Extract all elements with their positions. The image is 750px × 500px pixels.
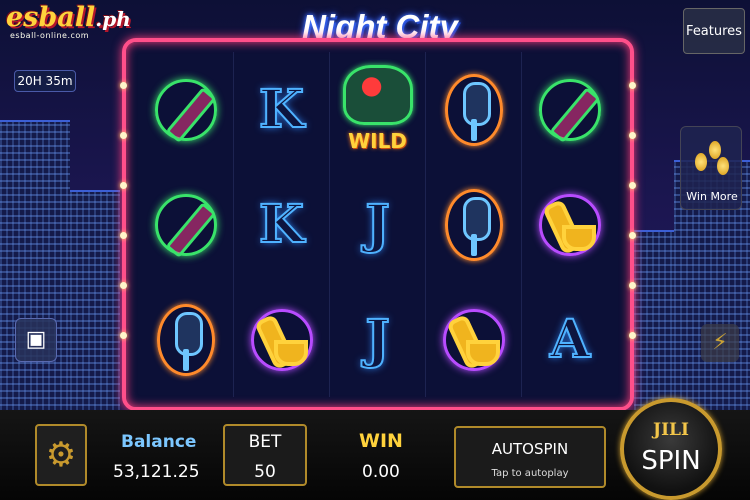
dragon-icon: [342, 64, 413, 125]
wild-label: WILD: [348, 128, 407, 153]
bet-button[interactable]: BET 50: [223, 424, 307, 486]
reel-cell: [426, 167, 522, 282]
brand-logo: esball.ph esball-online.com: [4, 2, 132, 42]
bet-label: BET: [248, 432, 282, 452]
frame-bulb: [120, 232, 127, 239]
reel-cell: K: [234, 167, 330, 282]
frame-bulb: [120, 82, 127, 89]
frame-bulb: [629, 132, 636, 139]
letter-symbol: A: [549, 308, 591, 371]
settings-gear-icon[interactable]: ⚙: [35, 424, 87, 486]
bag-icon[interactable]: ▣: [15, 318, 57, 362]
reel-cell: [138, 52, 234, 167]
letter-symbol: K: [258, 193, 305, 256]
letter-symbol: J: [364, 308, 391, 371]
spin-brand: JILI: [653, 420, 689, 440]
logo-subtext: esball-online.com: [10, 31, 90, 40]
letter-symbol: J: [364, 193, 391, 256]
frame-bulb: [629, 232, 636, 239]
reel-cell: [522, 167, 618, 282]
logo-text: esball.ph: [6, 2, 131, 33]
frame-bulb: [629, 82, 636, 89]
spin-label: SPIN: [641, 446, 701, 476]
microphone-icon: [444, 73, 503, 146]
bottle-icon: [539, 78, 601, 141]
bottle-icon: [154, 78, 217, 141]
features-button[interactable]: Features: [683, 8, 745, 54]
reel-cell: K: [234, 52, 330, 167]
coin: [717, 157, 729, 175]
microphone-icon: [156, 303, 215, 376]
reel-cell: [426, 52, 522, 167]
spin-button[interactable]: JILI SPIN: [620, 398, 722, 500]
frame-bulb: [120, 282, 127, 289]
coin: [709, 141, 721, 159]
building: [0, 120, 70, 420]
letter-symbol: K: [258, 78, 305, 141]
frame-bulb: [120, 182, 127, 189]
reel-cell: J: [330, 282, 426, 397]
reel-cell: [234, 282, 330, 397]
bet-value: 50: [254, 462, 276, 482]
microphone-icon: [444, 188, 503, 261]
coin: [695, 153, 707, 171]
frame-bulb: [629, 182, 636, 189]
building: [70, 190, 120, 420]
win-more-label: Win More: [686, 190, 738, 203]
frame-bulb: [120, 132, 127, 139]
balance-value: 53,121.25: [113, 462, 200, 482]
reel-cell: A: [522, 282, 618, 397]
autospin-subtext: Tap to autoplay: [491, 468, 569, 479]
saxophone-icon: [539, 193, 601, 256]
frame-bulb: [120, 332, 127, 339]
win-label: WIN: [359, 430, 403, 452]
reel-cell: [522, 52, 618, 167]
reel-cell: WILD: [330, 52, 426, 167]
reel-cell: [426, 282, 522, 397]
event-timer[interactable]: 20H 35m: [14, 70, 76, 92]
saxophone-icon: [250, 308, 313, 371]
coins-icon: [693, 139, 731, 179]
building: [634, 230, 674, 420]
win-value: 0.00: [362, 462, 400, 482]
saxophone-icon: [442, 308, 505, 371]
autospin-button[interactable]: AUTOSPIN Tap to autoplay: [454, 426, 606, 488]
bottle-icon: [154, 193, 217, 256]
lightning-icon[interactable]: ⚡: [701, 324, 739, 362]
autospin-label: AUTOSPIN: [491, 440, 569, 458]
wild-symbol: WILD: [337, 63, 419, 157]
win-more-button[interactable]: Win More: [680, 126, 742, 210]
frame-bulb: [629, 332, 636, 339]
reel-frame: K WILD K J J A: [120, 38, 636, 411]
reel-cell: [138, 282, 234, 397]
balance-label: Balance: [121, 432, 197, 452]
reel-cell: [138, 167, 234, 282]
reel-grid: K WILD K J J A: [138, 52, 618, 398]
reel-cell: J: [330, 167, 426, 282]
frame-bulb: [629, 282, 636, 289]
